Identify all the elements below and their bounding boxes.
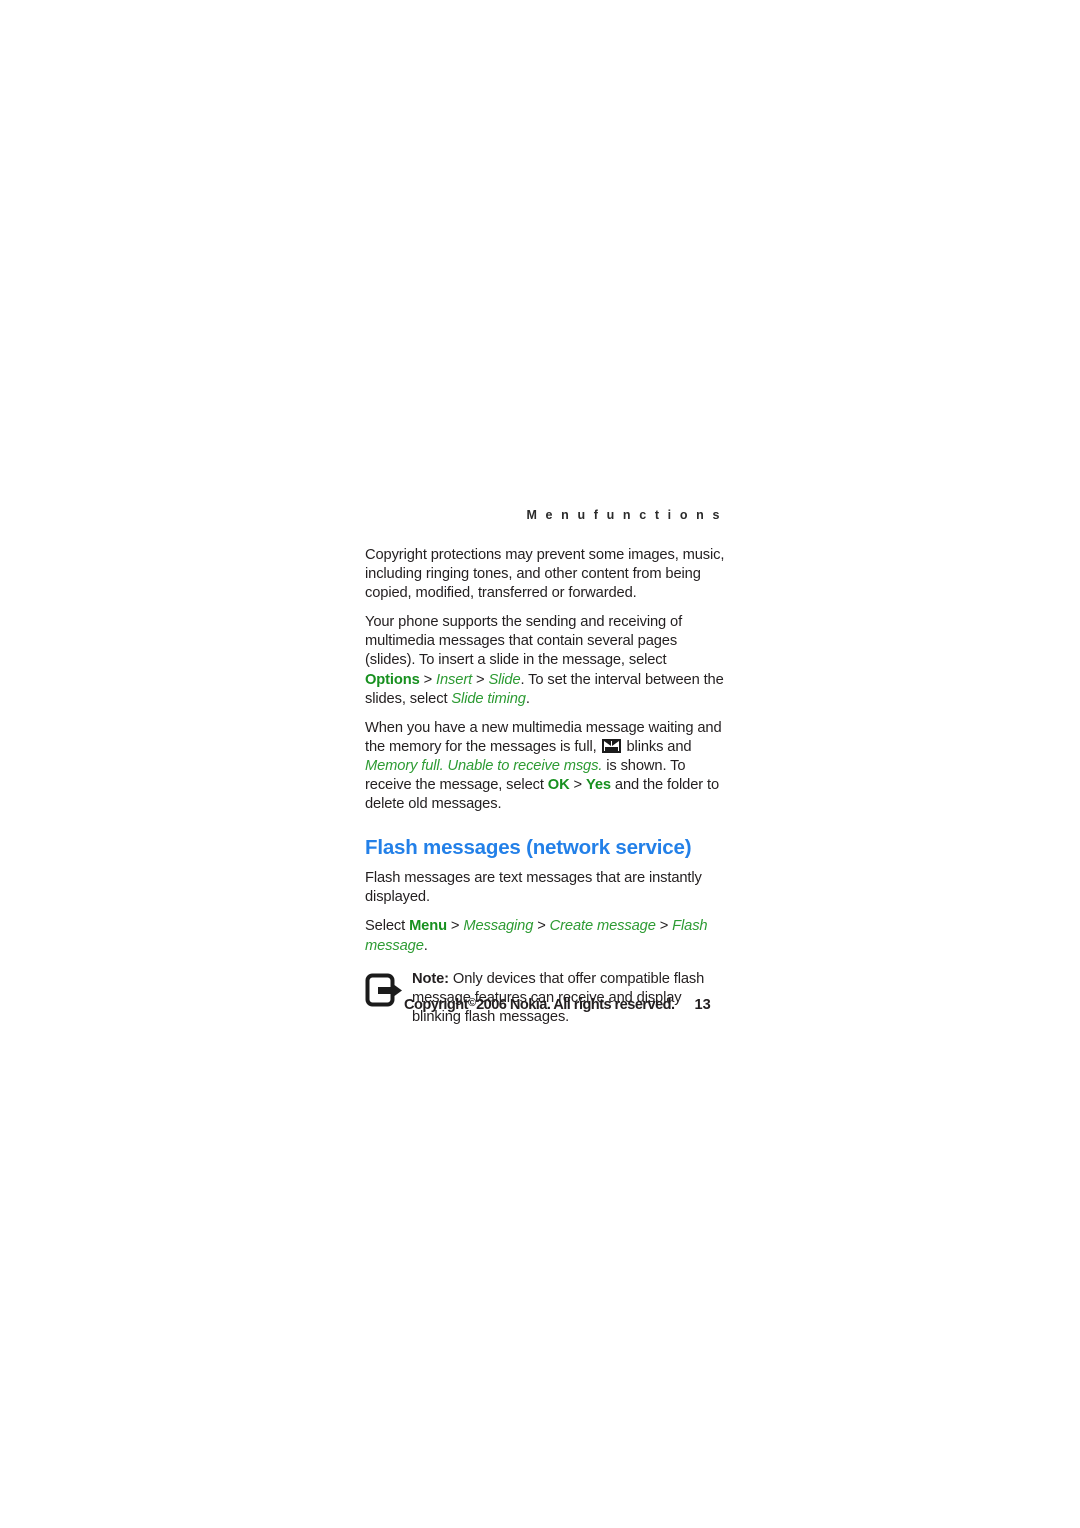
insert-menu-label: Insert [436, 671, 473, 688]
select-word: Select [365, 918, 410, 935]
path-separator: > [446, 918, 464, 935]
path-separator: > [533, 918, 550, 935]
content-column: Copyright protections may prevent some i… [365, 546, 725, 1027]
copyright-prefix: Copyright [404, 997, 469, 1013]
memfull-seg-2: blinks and [622, 738, 692, 755]
path-separator: > [655, 918, 673, 935]
slide-menu-label: Slide [488, 671, 521, 688]
path-line-end: . [423, 937, 428, 954]
document-page: M e n u f u n c t i o n s Copyright prot… [0, 0, 1080, 1528]
note-lead-label: Note: [412, 970, 449, 987]
paragraph-multimedia-slides: Your phone supports the sending and rece… [365, 613, 725, 708]
path-separator: > [472, 671, 489, 688]
paragraph-flash-intro: Flash messages are text messages that ar… [365, 869, 725, 907]
path-separator: > [419, 671, 437, 688]
mms-seg-1: Your phone supports the sending and rece… [365, 614, 683, 669]
message-waiting-icon-bar [604, 746, 618, 751]
copyright-symbol: © [467, 997, 477, 1009]
message-waiting-icon [601, 738, 621, 753]
ok-button-label: OK [547, 777, 570, 794]
paragraph-copyright-protections: Copyright protections may prevent some i… [365, 546, 725, 603]
paragraph-copyright-protections-text: Copyright protections may prevent some i… [365, 547, 725, 602]
page-footer: Copyright©2006 Nokia. All rights reserve… [404, 997, 711, 1013]
options-menu-label: Options [365, 671, 420, 688]
message-waiting-icon-flap-right [611, 740, 619, 746]
paragraph-flash-intro-text: Flash messages are text messages that ar… [365, 870, 702, 906]
slide-timing-label: Slide timing [451, 690, 526, 707]
running-header: M e n u f u n c t i o n s [526, 508, 722, 522]
page-number: 13 [694, 997, 711, 1013]
yes-button-label: Yes [585, 777, 611, 794]
copyright-rest: 2006 Nokia. All rights reserved. [476, 997, 675, 1013]
message-waiting-icon-flap-left [603, 740, 611, 746]
menu-path-flash-message: Select Menu > Messaging > Create message… [365, 917, 725, 955]
paragraph-memory-full: When you have a new multimedia message w… [365, 719, 725, 814]
section-heading-flash-messages: Flash messages (network service) [365, 836, 692, 860]
path-separator: > [569, 777, 586, 794]
mms-seg-3: . [525, 690, 530, 707]
menu-label: Menu [409, 918, 447, 935]
messaging-label: Messaging [463, 918, 534, 935]
create-message-label: Create message [549, 918, 656, 935]
memory-full-status-label: Memory full. Unable to receive msgs. [365, 757, 603, 774]
note-arrow-icon [365, 973, 402, 1007]
